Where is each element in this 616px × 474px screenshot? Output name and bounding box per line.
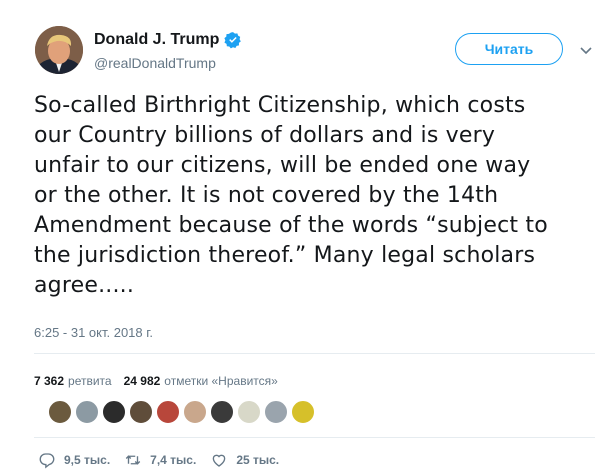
engagement-stats: 7 362 ретвита 24 982 отметки «Нравится»: [34, 374, 290, 388]
liker-avatar[interactable]: [129, 400, 153, 424]
liker-avatar[interactable]: [264, 400, 288, 424]
tweet-text: So-called Birthright Citizenship, which …: [34, 93, 548, 298]
liker-avatar[interactable]: [75, 400, 99, 424]
liker-avatar[interactable]: [156, 400, 180, 424]
liker-avatar[interactable]: [102, 400, 126, 424]
tweet-card: Donald J. Trump @realDonaldTrump Читать …: [0, 0, 616, 474]
divider: [34, 437, 595, 438]
retweet-label[interactable]: ретвита: [68, 374, 112, 388]
reply-count: 9,5 тыс.: [64, 453, 111, 467]
chevron-down-icon[interactable]: [578, 42, 594, 58]
author-display-name[interactable]: Donald J. Trump: [94, 31, 219, 49]
liker-avatar[interactable]: [210, 400, 234, 424]
like-label[interactable]: отметки «Нравится»: [164, 374, 278, 388]
like-icon: [213, 454, 226, 467]
liker-avatar[interactable]: [291, 400, 315, 424]
author-handle[interactable]: @realDonaldTrump: [94, 55, 216, 71]
tweet-actions: 9,5 тыс. 7,4 тыс. 25 тыс.: [38, 451, 293, 469]
liker-avatar[interactable]: [237, 400, 261, 424]
like-action-count: 25 тыс.: [236, 453, 280, 467]
follow-button[interactable]: Читать: [455, 33, 563, 65]
reply-icon: [39, 453, 55, 469]
verified-badge-icon: [224, 32, 242, 49]
like-count[interactable]: 24 982: [124, 374, 161, 388]
liker-avatars: [48, 400, 318, 424]
retweet-action-count: 7,4 тыс.: [150, 453, 197, 467]
divider: [34, 353, 595, 354]
retweet-action[interactable]: 7,4 тыс.: [124, 451, 196, 469]
liker-avatar[interactable]: [48, 400, 72, 424]
retweet-count[interactable]: 7 362: [34, 374, 64, 388]
retweet-icon: [125, 455, 141, 465]
tweet-timestamp[interactable]: 6:25 - 31 окт. 2018 г.: [34, 325, 153, 340]
reply-action[interactable]: 9,5 тыс.: [38, 451, 110, 469]
like-action[interactable]: 25 тыс.: [210, 451, 279, 469]
liker-avatar[interactable]: [183, 400, 207, 424]
author-avatar[interactable]: [35, 26, 83, 74]
